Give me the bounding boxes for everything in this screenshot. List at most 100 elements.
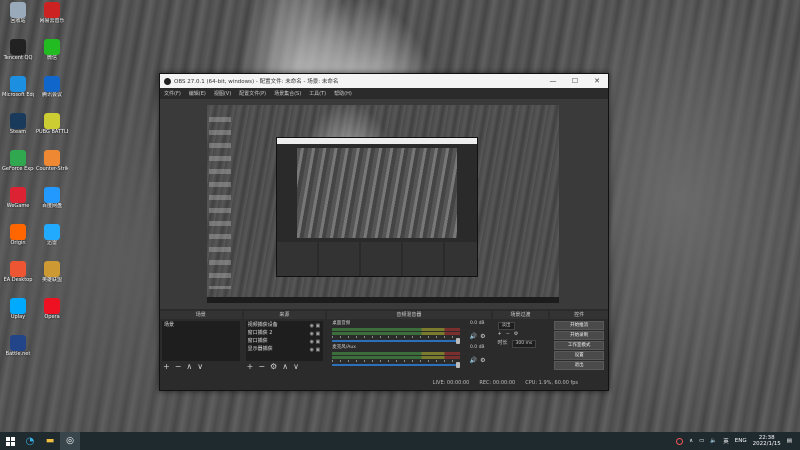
- volume-fader[interactable]: [332, 364, 461, 366]
- source-item[interactable]: 视频捕获设备 ◉ ▣: [246, 321, 324, 329]
- settings-button[interactable]: 设置: [554, 351, 604, 360]
- app-icon: [10, 224, 26, 240]
- preview-nested-obs: [276, 137, 478, 277]
- menu-scene-collection[interactable]: 场景集合(S): [274, 90, 301, 97]
- title-bar[interactable]: OBS 27.0.1 (64-bit, windows) - 配置文件: 未命名…: [160, 74, 608, 88]
- app-icon: [44, 2, 60, 18]
- rec-status: REC: 00:00:00: [479, 380, 516, 386]
- desktop-icon[interactable]: 微信: [36, 39, 68, 73]
- volume-icon[interactable]: 🔈: [710, 438, 717, 444]
- menu-file[interactable]: 文件(F): [164, 90, 181, 97]
- transitions-body: 淡出 + − ⚙ 时长 300 ms: [495, 321, 547, 371]
- desktop-icon[interactable]: Opera: [36, 298, 68, 332]
- channel-db: 0.0 dB: [469, 321, 485, 326]
- obs-logo-icon: [164, 77, 171, 85]
- start-streaming-button[interactable]: 开始推流: [554, 321, 604, 330]
- speaker-icon[interactable]: 🔊: [470, 333, 477, 340]
- add-transition-button[interactable]: +: [498, 330, 502, 339]
- taskbar-edge[interactable]: ◔: [20, 432, 40, 450]
- move-up-button[interactable]: ∧: [186, 362, 192, 372]
- desktop-icon[interactable]: GeForce Experience: [2, 150, 34, 184]
- docks-row: 场景 场景 + − ∧ ∨ 来源 视频捕获设备 ◉ ▣ 窗口捕获 2 ◉ ▣ 窗口捕…: [160, 311, 608, 373]
- desktop-icon-label: Steam: [9, 129, 27, 135]
- desktop-icon-label: Microsoft Edge: [2, 92, 34, 98]
- move-down-button[interactable]: ∨: [293, 362, 299, 372]
- remove-scene-button[interactable]: −: [175, 362, 182, 372]
- start-recording-button[interactable]: 开始录制: [554, 331, 604, 340]
- menu-tools[interactable]: 工具(T): [309, 90, 326, 97]
- remove-source-button[interactable]: −: [258, 362, 265, 372]
- desktop-icon[interactable]: Uplay: [2, 298, 34, 332]
- eye-lock-icon[interactable]: ◉ ▣: [310, 346, 321, 354]
- maximize-button[interactable]: ☐: [564, 77, 586, 85]
- menu-edit[interactable]: 编辑(E): [189, 90, 206, 97]
- notification-center-icon[interactable]: ▤: [787, 438, 792, 444]
- source-item[interactable]: 显示器捕获 ◉ ▣: [246, 345, 324, 353]
- app-icon: [44, 76, 60, 92]
- desktop-icon[interactable]: 回收站: [2, 2, 34, 36]
- sources-list[interactable]: 视频捕获设备 ◉ ▣ 窗口捕获 2 ◉ ▣ 窗口捕获 ◉ ▣ 显示器捕获 ◉ ▣: [245, 321, 324, 361]
- studio-mode-button[interactable]: 工作室模式: [554, 341, 604, 350]
- clock[interactable]: 22:38 2022/1/15: [753, 435, 781, 447]
- source-item[interactable]: 窗口捕获 2 ◉ ▣: [246, 329, 324, 337]
- desktop-icon[interactable]: 迅雷: [36, 224, 68, 258]
- app-icon: [10, 261, 26, 277]
- desktop-icon[interactable]: 百度网盘: [36, 187, 68, 221]
- volume-fader[interactable]: [332, 340, 461, 342]
- minimize-button[interactable]: —: [542, 77, 564, 85]
- ime-indicator[interactable]: 英: [723, 437, 729, 445]
- source-properties-gear-icon[interactable]: ⚙: [270, 362, 277, 372]
- close-button[interactable]: ✕: [586, 77, 608, 85]
- transition-type-select[interactable]: 淡出: [497, 321, 515, 330]
- add-scene-button[interactable]: +: [163, 362, 170, 372]
- chevron-up-icon[interactable]: ∧: [689, 438, 693, 444]
- source-item[interactable]: 窗口捕获 ◉ ▣: [246, 337, 324, 345]
- transition-gear-icon[interactable]: ⚙: [514, 330, 518, 339]
- remove-transition-button[interactable]: −: [506, 330, 510, 339]
- move-down-button[interactable]: ∨: [197, 362, 203, 372]
- speaker-icon[interactable]: 🔊: [470, 357, 477, 364]
- desktop-icon[interactable]: 网易云音乐: [36, 2, 68, 36]
- desktop-icon[interactable]: WeGame: [2, 187, 34, 221]
- channel-name: 桌面音频: [332, 321, 351, 326]
- desktop-icon[interactable]: Origin: [2, 224, 34, 258]
- duration-input[interactable]: 300 ms: [511, 339, 537, 348]
- desktop-icon[interactable]: Battle.net: [2, 335, 34, 369]
- desktop-icon[interactable]: EA Desktop: [2, 261, 34, 295]
- menu-help[interactable]: 帮助(H): [334, 90, 352, 97]
- language-indicator[interactable]: ENG: [735, 438, 747, 444]
- desktop-icon[interactable]: PUBG BATTLEGROUNDS: [36, 113, 68, 147]
- scene-item[interactable]: 场景: [162, 321, 240, 329]
- desktop-icon[interactable]: Counter-Strike: [36, 150, 68, 184]
- exit-button[interactable]: 退出: [554, 361, 604, 370]
- taskbar-obs[interactable]: ◎: [60, 432, 80, 450]
- preview-area[interactable]: [160, 99, 608, 309]
- add-source-button[interactable]: +: [247, 362, 254, 372]
- scenes-list[interactable]: 场景: [162, 321, 240, 361]
- desktop-icon[interactable]: 腾讯会议: [36, 76, 68, 110]
- move-up-button[interactable]: ∧: [282, 362, 288, 372]
- channel-controls: 🔊 ⚙: [470, 357, 486, 364]
- fader-handle[interactable]: [456, 338, 461, 344]
- obs-window[interactable]: OBS 27.0.1 (64-bit, windows) - 配置文件: 未命名…: [159, 73, 609, 391]
- menu-view[interactable]: 视图(V): [214, 90, 231, 97]
- desktop-icon-label: Counter-Strike: [36, 166, 68, 172]
- notification-icon[interactable]: [676, 437, 684, 445]
- transition-tools: + − ⚙: [495, 330, 547, 339]
- fader-handle[interactable]: [456, 362, 461, 368]
- desktop-icon[interactable]: Tencent QQ: [2, 39, 34, 73]
- desktop-icon-label: EA Desktop: [3, 277, 33, 283]
- taskbar-explorer[interactable]: ▬: [40, 432, 60, 450]
- preview-canvas[interactable]: [207, 105, 559, 303]
- controls-title: 控件: [550, 311, 608, 319]
- desktop-icon[interactable]: Steam: [2, 113, 34, 147]
- menu-profile[interactable]: 配置文件(P): [239, 90, 266, 97]
- desktop-icon[interactable]: Microsoft Edge: [2, 76, 34, 110]
- desktop-icon-label: 回收站: [10, 18, 26, 24]
- app-icon: [10, 39, 26, 55]
- gear-icon[interactable]: ⚙: [480, 333, 485, 340]
- gear-icon[interactable]: ⚙: [480, 357, 485, 364]
- start-button[interactable]: [0, 432, 20, 450]
- desktop-icon[interactable]: 英雄联盟: [36, 261, 68, 295]
- network-icon[interactable]: ▭: [699, 438, 704, 444]
